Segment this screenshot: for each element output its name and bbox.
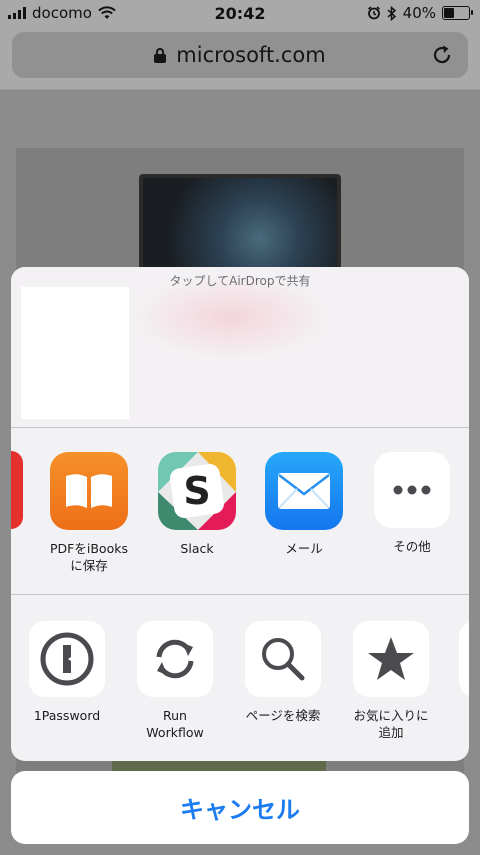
more-icon: [374, 452, 450, 528]
action-row: 1Password Run Workflow ページを検索 お気に入りに 追加: [11, 594, 469, 761]
action-find-on-page[interactable]: ページを検索: [235, 621, 331, 724]
app-ibooks[interactable]: PDFをiBooks に保存: [41, 452, 137, 574]
action-run-workflow[interactable]: Run Workflow: [127, 621, 223, 741]
share-sheet: タップしてAirDropで共有 PDFをiBooks に保存 S Slack メ…: [11, 267, 469, 761]
airdrop-preview: [21, 287, 129, 419]
action-label: ページを検索: [245, 708, 321, 723]
ibooks-icon: [50, 452, 128, 530]
reload-icon[interactable]: [430, 43, 454, 67]
status-right: 40%: [367, 4, 473, 22]
cancel-button[interactable]: キャンセル: [11, 771, 469, 844]
partial-action-icon[interactable]: [459, 621, 469, 697]
app-row: PDFをiBooks に保存 S Slack メール その他: [11, 427, 469, 594]
onepassword-icon: [29, 621, 105, 697]
action-add-favorite[interactable]: お気に入りに 追加: [343, 621, 439, 741]
svg-text:S: S: [183, 469, 210, 513]
address-bar[interactable]: microsoft.com: [12, 32, 468, 78]
app-mail[interactable]: メール: [256, 452, 352, 557]
workflow-icon: [137, 621, 213, 697]
app-label: PDFをiBooks に保存: [50, 541, 128, 573]
battery-icon: [442, 6, 473, 20]
browser-toolbar: microsoft.com: [0, 28, 480, 90]
action-label: 1Password: [33, 708, 101, 723]
battery-percent: 40%: [402, 4, 436, 22]
app-label: メール: [285, 541, 323, 556]
app-slack[interactable]: S Slack: [149, 452, 245, 557]
url-text: microsoft.com: [176, 43, 326, 67]
action-label: お気に入りに 追加: [353, 708, 429, 740]
partial-app-icon[interactable]: [11, 451, 23, 529]
action-label: Run Workflow: [146, 708, 204, 740]
airdrop-section: タップしてAirDropで共有: [11, 267, 469, 427]
status-bar: docomo 20:42 40%: [0, 0, 480, 28]
slack-icon: S: [158, 452, 236, 530]
app-label: Slack: [180, 541, 214, 556]
search-icon: [245, 621, 321, 697]
mail-icon: [265, 452, 343, 530]
battery-level: [444, 8, 455, 18]
alarm-icon: [367, 6, 380, 20]
app-more[interactable]: その他: [364, 452, 460, 555]
bluetooth-icon: [387, 5, 396, 21]
lock-icon: [154, 47, 167, 63]
star-icon: [353, 621, 429, 697]
app-label: その他: [393, 539, 431, 554]
action-1password[interactable]: 1Password: [19, 621, 115, 724]
